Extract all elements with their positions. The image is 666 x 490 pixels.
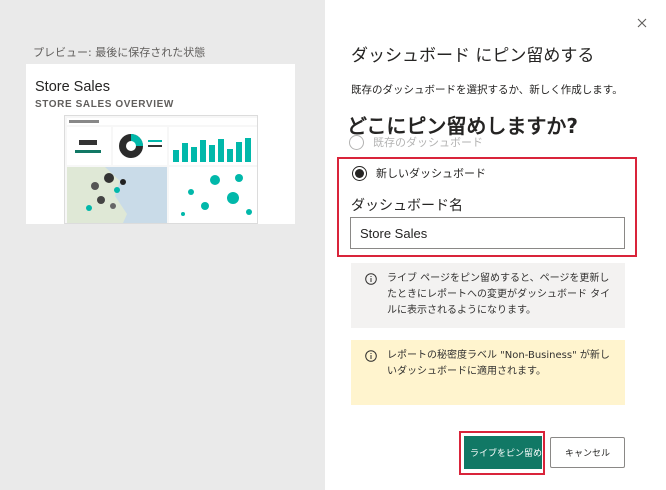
report-subtitle: STORE SALES OVERVIEW: [35, 99, 174, 110]
close-button[interactable]: [633, 14, 651, 32]
info-text: ライブ ページをピン留めすると、ページを更新したときにレポートへの変更がダッシュ…: [387, 273, 611, 316]
radio-new-dashboard[interactable]: 新しいダッシュボード: [352, 165, 486, 181]
sensitivity-label-box: レポートの秘密度ラベル "Non-Business" が新しいダッシュボードに適…: [351, 340, 625, 405]
info-icon: [365, 350, 377, 362]
report-preview-card: Store Sales STORE SALES OVERVIEW: [26, 64, 295, 224]
radio-existing-label: 既存のダッシュボード: [373, 136, 483, 149]
radio-new-label: 新しいダッシュボード: [376, 167, 486, 180]
close-icon: [637, 18, 647, 28]
preview-label: プレビュー: 最後に保存された状態: [33, 46, 206, 59]
report-thumbnail-image: [65, 116, 257, 223]
radio-selected-dot: [355, 168, 364, 178]
preview-pane: プレビュー: 最後に保存された状態 Store Sales STORE SALE…: [0, 0, 325, 490]
cancel-button[interactable]: キャンセル: [550, 437, 625, 468]
dialog-description: 既存のダッシュボードを選択するか、新しく作成します。: [351, 84, 623, 96]
sensitivity-text: レポートの秘密度ラベル "Non-Business" が新しいダッシュボードに適…: [387, 350, 610, 377]
report-title: Store Sales: [35, 79, 110, 95]
info-icon: [365, 273, 377, 285]
live-pin-info-box: ライブ ページをピン留めすると、ページを更新したときにレポートへの変更がダッシュ…: [351, 263, 625, 328]
dashboard-name-label: ダッシュボード名: [351, 198, 463, 214]
dashboard-name-input[interactable]: [350, 217, 625, 249]
radio-existing-dashboard[interactable]: 既存のダッシュボード: [349, 134, 483, 150]
pin-live-button[interactable]: ライブをピン留め: [464, 436, 542, 469]
report-thumbnail: [64, 115, 258, 224]
dialog-title: ダッシュボード にピン留めする: [351, 46, 595, 66]
radio-circle-new[interactable]: [352, 165, 367, 181]
radio-circle-existing[interactable]: [349, 134, 364, 150]
pin-to-dashboard-dialog: ダッシュボード にピン留めする 既存のダッシュボードを選択するか、新しく作成しま…: [325, 0, 666, 490]
